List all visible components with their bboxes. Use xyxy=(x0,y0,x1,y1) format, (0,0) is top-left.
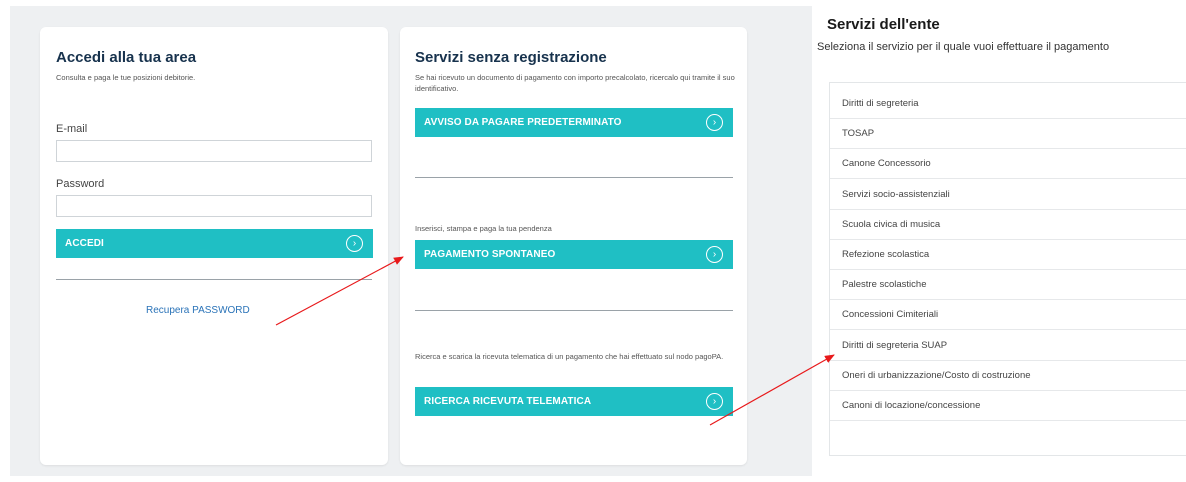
ente-service-item[interactable]: Refezione scolastica xyxy=(830,240,1186,270)
ente-service-item[interactable]: Palestre scolastiche xyxy=(830,270,1186,301)
ente-service-item[interactable]: Canoni di locazione/concessione xyxy=(830,391,1186,421)
ente-service-item[interactable]: TOSAP xyxy=(830,119,1186,150)
ente-service-item[interactable]: Concessioni Cimiteriali xyxy=(830,300,1186,331)
ente-service-item[interactable]: Diritti di segreteria xyxy=(830,89,1186,119)
ente-service-item[interactable]: Oneri di urbanizzazione/Costo di costruz… xyxy=(830,361,1186,391)
email-field[interactable] xyxy=(56,140,372,162)
accedi-button-label: ACCEDI xyxy=(65,238,104,249)
ricerca-ricevuta-button[interactable]: RICERCA RICEVUTA TELEMATICA › xyxy=(415,387,733,416)
login-card: Accedi alla tua area Consulta e paga le … xyxy=(40,27,388,465)
password-label: Password xyxy=(56,178,105,190)
services-card: Servizi senza registrazione Se hai ricev… xyxy=(400,27,747,465)
services-divider-2 xyxy=(415,310,733,311)
ricevuta-button-label: RICERCA RICEVUTA TELEMATICA xyxy=(424,396,592,407)
chevron-right-circle-icon: › xyxy=(706,246,723,263)
login-divider xyxy=(56,279,372,280)
ente-service-list: Diritti di segreteria TOSAP Canone Concess… xyxy=(829,82,1186,456)
accedi-button[interactable]: ACCEDI › xyxy=(56,229,373,258)
ente-service-item[interactable]: Diritti di segreteria SUAP xyxy=(830,331,1186,361)
chevron-right-circle-icon: › xyxy=(706,393,723,410)
ente-service-item[interactable]: Canone Concessorio xyxy=(830,149,1186,180)
ente-subtitle: Seleziona il servizio per il quale vuoi … xyxy=(817,41,1110,53)
chevron-right-circle-icon: › xyxy=(706,114,723,131)
services-divider-1 xyxy=(415,177,733,178)
password-field[interactable] xyxy=(56,195,372,217)
recover-password-link[interactable]: Recupera PASSWORD xyxy=(146,305,250,316)
avviso-predeterminato-button[interactable]: AVVISO DA PAGARE PREDETERMINATO › xyxy=(415,108,733,137)
ente-title: Servizi dell'ente xyxy=(827,16,940,33)
ricevuta-text: Ricerca e scarica la ricevuta telematica… xyxy=(415,352,724,361)
ente-service-item[interactable]: Servizi socio-assistenziali xyxy=(830,180,1186,210)
ente-service-item[interactable]: Scuola civica di musica xyxy=(830,210,1186,240)
email-label: E-mail xyxy=(56,123,88,135)
login-title: Accedi alla tua area xyxy=(56,49,197,66)
left-canvas: Accedi alla tua area Consulta e paga le … xyxy=(10,6,812,476)
spontaneo-button-label: PAGAMENTO SPONTANEO xyxy=(424,249,556,260)
chevron-right-circle-icon: › xyxy=(346,235,363,252)
login-subtitle: Consulta e paga le tue posizioni debitor… xyxy=(56,73,196,82)
spontaneo-text: Inserisci, stampa e paga la tua pendenza xyxy=(415,224,552,233)
services-title: Servizi senza registrazione xyxy=(415,49,607,66)
pagamento-spontaneo-button[interactable]: PAGAMENTO SPONTANEO › xyxy=(415,240,733,269)
avviso-button-label: AVVISO DA PAGARE PREDETERMINATO xyxy=(424,117,622,128)
services-intro: Se hai ricevuto un documento di pagament… xyxy=(415,73,735,93)
